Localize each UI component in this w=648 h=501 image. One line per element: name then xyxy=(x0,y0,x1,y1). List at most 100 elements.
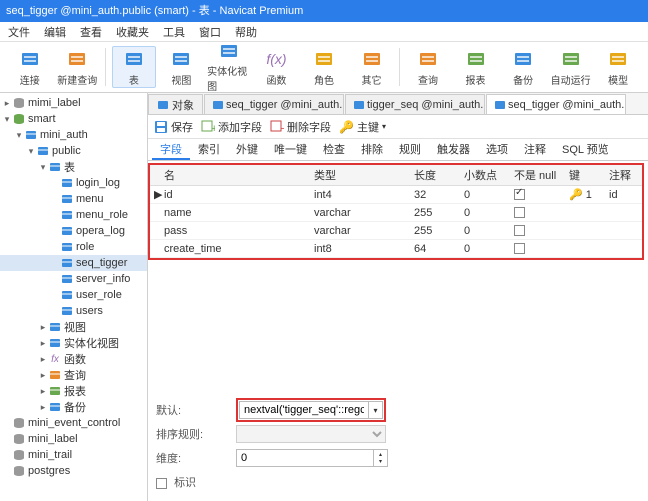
field-key[interactable] xyxy=(565,204,605,222)
field-type[interactable]: varchar xyxy=(310,222,410,240)
field-type[interactable]: varchar xyxy=(310,204,410,222)
tree-item-server_info[interactable]: server_info xyxy=(0,271,147,287)
not-null-checkbox[interactable] xyxy=(514,225,525,236)
designer-tab-唯一键[interactable]: 唯一键 xyxy=(266,140,315,160)
toolbar-connect[interactable]: 连接 xyxy=(8,46,52,88)
col-header[interactable]: 小数点 xyxy=(460,165,510,186)
toolbar-automation[interactable]: 自动运行 xyxy=(549,46,593,88)
col-header[interactable]: 长度 xyxy=(410,165,460,186)
field-comment[interactable]: id xyxy=(605,186,642,204)
not-null-checkbox[interactable] xyxy=(514,189,525,200)
menu-编辑[interactable]: 编辑 xyxy=(44,24,66,40)
delete-field-button[interactable]: − 删除字段 xyxy=(270,119,331,135)
sort-select[interactable] xyxy=(236,425,386,443)
menu-帮助[interactable]: 帮助 xyxy=(235,24,257,40)
col-header[interactable]: 名 xyxy=(160,165,310,186)
add-field-button[interactable]: + 添加字段 xyxy=(201,119,262,135)
menu-收藏夹[interactable]: 收藏夹 xyxy=(116,24,149,40)
tree-item-menu_role[interactable]: menu_role xyxy=(0,207,147,223)
twisty-icon[interactable]: ▾ xyxy=(38,162,48,173)
tree-item-menu[interactable]: menu xyxy=(0,191,147,207)
field-decimals[interactable]: 0 xyxy=(460,204,510,222)
twisty-icon[interactable]: ▸ xyxy=(2,98,12,109)
tree-item-mini_auth[interactable]: ▾mini_auth xyxy=(0,127,147,143)
tree-item-表[interactable]: ▾表 xyxy=(0,159,147,175)
not-null-checkbox[interactable] xyxy=(514,243,525,254)
twisty-icon[interactable]: ▾ xyxy=(2,114,12,125)
designer-tab-SQL 预览[interactable]: SQL 预览 xyxy=(554,140,617,160)
field-row[interactable]: name varchar2550 xyxy=(150,204,642,222)
field-name[interactable]: create_time xyxy=(164,243,221,255)
twisty-icon[interactable]: ▸ xyxy=(38,322,48,333)
tree-item-mimi_label[interactable]: ▸mimi_label xyxy=(0,95,147,111)
fields-grid[interactable]: 名类型长度小数点不是 null键注释 ▶idint4320🔑 1idnameva… xyxy=(148,163,644,260)
field-name[interactable]: id xyxy=(164,189,173,201)
toolbar-mat-views[interactable]: 实体化视图 xyxy=(207,46,251,88)
tree-item-视图[interactable]: ▸视图 xyxy=(0,319,147,335)
field-comment[interactable] xyxy=(605,222,642,240)
field-length[interactable]: 32 xyxy=(410,186,460,204)
field-key[interactable] xyxy=(565,240,605,258)
field-row[interactable]: create_timeint8640 xyxy=(150,240,642,258)
toolbar-roles[interactable]: 角色 xyxy=(302,46,346,88)
tree-item-postgres[interactable]: postgres xyxy=(0,463,147,479)
toolbar-functions[interactable]: f(x)函数 xyxy=(255,46,299,88)
field-length[interactable]: 255 xyxy=(410,222,460,240)
twisty-icon[interactable]: ▸ xyxy=(38,402,48,413)
menu-查看[interactable]: 查看 xyxy=(80,24,102,40)
field-comment[interactable] xyxy=(605,204,642,222)
tab[interactable]: seq_tigger @mini_auth.publi... xyxy=(486,94,626,114)
twisty-icon[interactable]: ▾ xyxy=(26,146,36,157)
field-decimals[interactable]: 0 xyxy=(460,240,510,258)
tree-item-users[interactable]: users xyxy=(0,303,147,319)
not-null-checkbox[interactable] xyxy=(514,207,525,218)
twisty-icon[interactable]: ▾ xyxy=(14,130,24,141)
field-comment[interactable] xyxy=(605,240,642,258)
tree-item-mini_label[interactable]: mini_label xyxy=(0,431,147,447)
designer-tab-选项[interactable]: 选项 xyxy=(478,140,516,160)
tree-item-seq_tigger[interactable]: seq_tigger xyxy=(0,255,147,271)
col-header[interactable]: 类型 xyxy=(310,165,410,186)
tree-item-mini_event_control[interactable]: mini_event_control xyxy=(0,415,147,431)
tree-item-函数[interactable]: ▸fx函数 xyxy=(0,351,147,367)
toolbar-query[interactable]: 查询 xyxy=(406,46,450,88)
twisty-icon[interactable]: ▸ xyxy=(38,354,48,365)
tree-item-查询[interactable]: ▸查询 xyxy=(0,367,147,383)
field-decimals[interactable]: 0 xyxy=(460,222,510,240)
tab[interactable]: 对象 xyxy=(148,94,203,114)
menu-窗口[interactable]: 窗口 xyxy=(199,24,221,40)
tab[interactable]: tigger_seq @mini_auth.publi... xyxy=(345,94,485,114)
col-header[interactable]: 键 xyxy=(565,165,605,186)
tree-item-public[interactable]: ▾public xyxy=(0,143,147,159)
field-name[interactable]: name xyxy=(164,207,192,219)
tree-item-login_log[interactable]: login_log xyxy=(0,175,147,191)
twisty-icon[interactable]: ▸ xyxy=(38,386,48,397)
designer-tab-外键[interactable]: 外键 xyxy=(228,140,266,160)
field-length[interactable]: 255 xyxy=(410,204,460,222)
menu-文件[interactable]: 文件 xyxy=(8,24,30,40)
toolbar-views[interactable]: 视图 xyxy=(160,46,204,88)
toolbar-model[interactable]: 模型 xyxy=(596,46,640,88)
tree-item-user_role[interactable]: user_role xyxy=(0,287,147,303)
field-name[interactable]: pass xyxy=(164,225,187,237)
dimension-input[interactable] xyxy=(236,449,374,467)
designer-tab-字段[interactable]: 字段 xyxy=(152,140,190,160)
connection-tree[interactable]: ▸mimi_label▾smart▾mini_auth▾public▾表logi… xyxy=(0,93,148,501)
tree-item-报表[interactable]: ▸报表 xyxy=(0,383,147,399)
menu-工具[interactable]: 工具 xyxy=(163,24,185,40)
toolbar-others[interactable]: 其它 xyxy=(350,46,394,88)
twisty-icon[interactable]: ▸ xyxy=(38,338,48,349)
dimension-stepper[interactable]: ▴▾ xyxy=(374,449,388,467)
field-type[interactable]: int8 xyxy=(310,240,410,258)
field-row[interactable]: ▶idint4320🔑 1id xyxy=(150,186,642,204)
twisty-icon[interactable]: ▸ xyxy=(38,370,48,381)
toolbar-new-query[interactable]: 新建查询 xyxy=(56,46,100,88)
tree-item-实体化视图[interactable]: ▸实体化视图 xyxy=(0,335,147,351)
tree-item-备份[interactable]: ▸备份 xyxy=(0,399,147,415)
tree-item-smart[interactable]: ▾smart xyxy=(0,111,147,127)
designer-tab-规则[interactable]: 规则 xyxy=(391,140,429,160)
primary-key-button[interactable]: 🔑 主键 ▾ xyxy=(339,119,386,135)
toolbar-reports[interactable]: 报表 xyxy=(454,46,498,88)
designer-tab-检查[interactable]: 检查 xyxy=(315,140,353,160)
toolbar-backup[interactable]: 备份 xyxy=(501,46,545,88)
